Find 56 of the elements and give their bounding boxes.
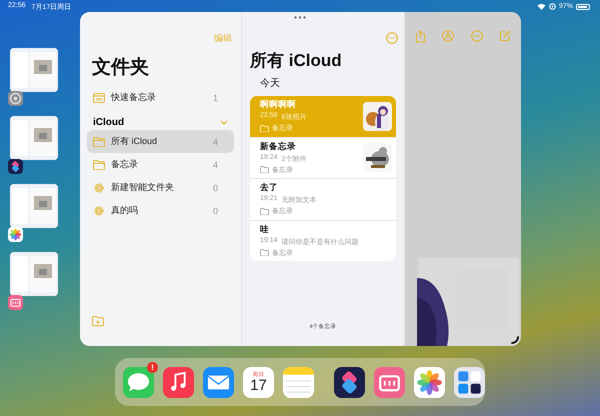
day-number: 17 bbox=[250, 378, 267, 393]
new-folder-icon[interactable] bbox=[92, 316, 105, 327]
note-title: 去了 bbox=[260, 182, 279, 194]
app-icon[interactable] bbox=[8, 91, 23, 106]
sidebar-item[interactable]: 备忘录 4 bbox=[87, 153, 234, 176]
location-icon bbox=[548, 3, 556, 10]
folder-label: 真的吗 bbox=[111, 204, 138, 217]
notes-icon[interactable] bbox=[283, 366, 314, 398]
music-icon[interactable] bbox=[163, 366, 194, 398]
gear-icon bbox=[93, 204, 105, 216]
section-header: iCloud bbox=[93, 117, 124, 128]
folder-icon bbox=[93, 136, 105, 146]
sidebar-item[interactable]: 快速备忘录 1 bbox=[87, 86, 234, 109]
section-header: 今天 bbox=[260, 77, 281, 90]
note-count: 4 bbox=[212, 160, 219, 170]
note-title: 哇 bbox=[260, 224, 270, 236]
app-icon[interactable] bbox=[8, 295, 23, 310]
folder-label: 新建智能文件夹 bbox=[111, 181, 174, 194]
folder-icon bbox=[260, 208, 269, 215]
window-thumbnail[interactable] bbox=[10, 116, 58, 160]
gear-icon bbox=[93, 182, 105, 194]
app-icon[interactable] bbox=[8, 159, 23, 174]
mail-icon[interactable] bbox=[203, 366, 234, 398]
messages-icon[interactable] bbox=[123, 366, 154, 398]
sidebar-item[interactable]: 真的吗 0 bbox=[87, 199, 234, 222]
wifi-icon bbox=[536, 3, 546, 10]
sidebar-item[interactable]: 新建智能文件夹 0 bbox=[87, 176, 234, 199]
more-icon[interactable] bbox=[386, 32, 398, 44]
note-count: 0 bbox=[212, 206, 219, 216]
note-title: 啊啊啊啊 bbox=[260, 99, 297, 112]
app-icon[interactable] bbox=[8, 227, 23, 242]
battery-icon bbox=[576, 4, 590, 10]
note-count: 1 bbox=[212, 92, 219, 102]
note-title: 新备忘录 bbox=[260, 140, 297, 153]
folder-icon bbox=[260, 249, 269, 256]
window-thumbnail[interactable] bbox=[10, 184, 58, 228]
note-count: 4 bbox=[212, 136, 219, 146]
photos-icon[interactable] bbox=[414, 366, 445, 398]
folder-icon bbox=[93, 160, 105, 170]
window-thumbnail[interactable] bbox=[10, 252, 58, 296]
quick-note-icon bbox=[93, 92, 105, 102]
resize-handle[interactable] bbox=[511, 336, 519, 344]
folder-icon bbox=[260, 124, 269, 132]
folder-label: 备忘录 bbox=[111, 158, 138, 171]
folder-label: 快速备忘录 bbox=[111, 91, 156, 104]
shortcuts-icon[interactable] bbox=[334, 366, 365, 398]
note-count: 0 bbox=[212, 182, 219, 192]
library-icon[interactable] bbox=[454, 366, 485, 398]
chevron-icon[interactable] bbox=[220, 120, 228, 125]
sidebar-title: 文件夹 bbox=[92, 56, 150, 80]
sidebar-item[interactable]: 所有 iCloud 4 bbox=[87, 130, 234, 153]
folder-icon bbox=[260, 166, 269, 174]
notification-badge: ! bbox=[147, 362, 158, 372]
window-thumbnail[interactable] bbox=[10, 48, 58, 92]
folder-label: 所有 iCloud bbox=[111, 135, 158, 148]
list-title: 所有 iCloud bbox=[250, 50, 343, 72]
